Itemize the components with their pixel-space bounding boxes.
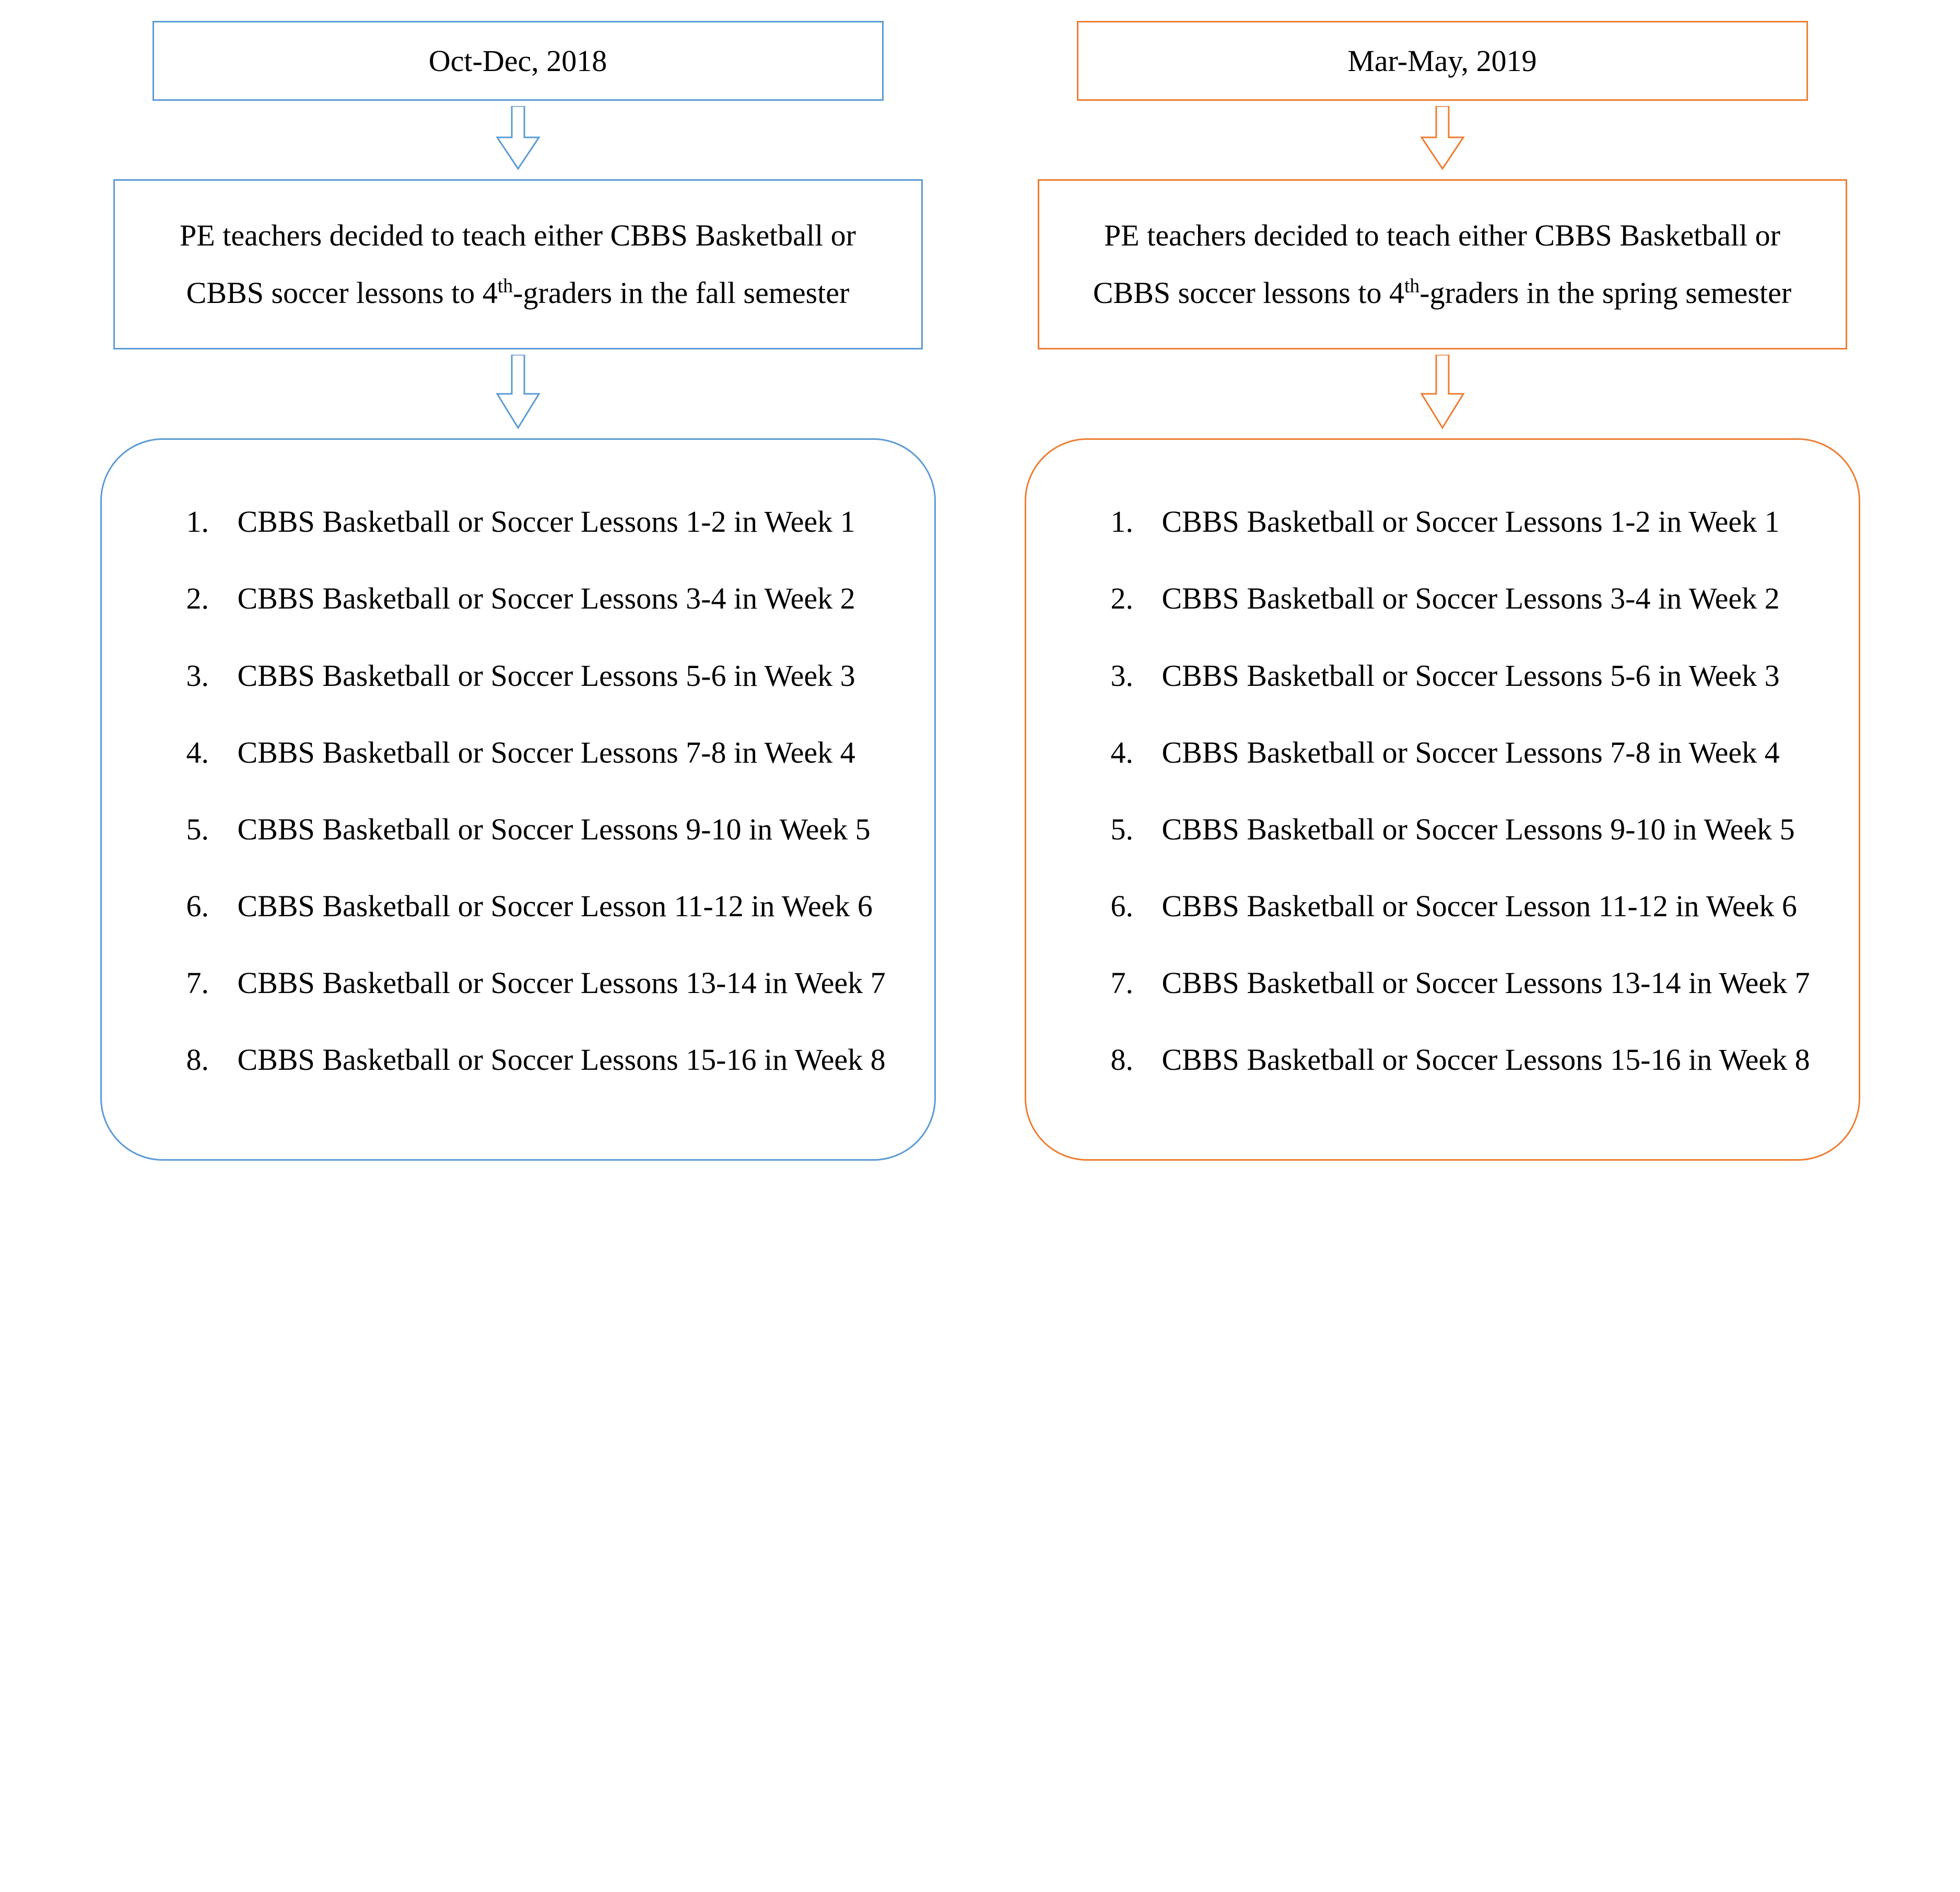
arrow-1-right (1411, 106, 1474, 174)
lessons-box-right: CBBS Basketball or Soccer Lessons 1-2 in… (1025, 438, 1860, 1161)
down-arrow-icon (487, 106, 549, 174)
list-item: CBBS Basketball or Soccer Lessons 5-6 in… (217, 646, 893, 705)
list-item: CBBS Basketball or Soccer Lesson 11-12 i… (217, 877, 893, 936)
list-item: CBBS Basketball or Soccer Lessons 1-2 in… (217, 492, 893, 551)
list-item: CBBS Basketball or Soccer Lessons 3-4 in… (217, 569, 893, 628)
desc-sup-left: th (498, 275, 513, 297)
arrow-2-left (487, 355, 549, 433)
lessons-list-right: CBBS Basketball or Soccer Lessons 1-2 in… (1078, 492, 1817, 1089)
list-item: CBBS Basketball or Soccer Lessons 15-16 … (1141, 1030, 1817, 1089)
date-text-right: Mar-May, 2019 (1347, 44, 1536, 78)
list-item: CBBS Basketball or Soccer Lessons 9-10 i… (217, 800, 893, 859)
list-item: CBBS Basketball or Soccer Lessons 7-8 in… (1141, 723, 1817, 782)
list-item: CBBS Basketball or Soccer Lessons 3-4 in… (1141, 569, 1817, 628)
down-arrow-icon (1411, 355, 1474, 433)
arrow-2-right (1411, 355, 1474, 433)
date-box-right: Mar-May, 2019 (1077, 21, 1808, 101)
diagram-container: Oct-Dec, 2018 PE teachers decided to tea… (21, 21, 1939, 1161)
desc-sup-right: th (1404, 275, 1419, 297)
desc-box-right: PE teachers decided to teach either CBBS… (1038, 179, 1847, 349)
desc-box-left: PE teachers decided to teach either CBBS… (113, 179, 923, 349)
down-arrow-icon (1411, 106, 1474, 174)
list-item: CBBS Basketball or Soccer Lessons 13-14 … (217, 953, 893, 1012)
lessons-list-left: CBBS Basketball or Soccer Lessons 1-2 in… (154, 492, 893, 1089)
desc-text-left-part2: -graders in the fall semester (513, 276, 849, 310)
lessons-box-left: CBBS Basketball or Soccer Lessons 1-2 in… (100, 438, 936, 1161)
list-item: CBBS Basketball or Soccer Lesson 11-12 i… (1141, 877, 1817, 936)
list-item: CBBS Basketball or Soccer Lessons 13-14 … (1141, 953, 1817, 1012)
list-item: CBBS Basketball or Soccer Lessons 7-8 in… (217, 723, 893, 782)
list-item: CBBS Basketball or Soccer Lessons 9-10 i… (1141, 800, 1817, 859)
list-item: CBBS Basketball or Soccer Lessons 1-2 in… (1141, 492, 1817, 551)
left-column: Oct-Dec, 2018 PE teachers decided to tea… (87, 21, 949, 1161)
down-arrow-icon (487, 355, 549, 433)
arrow-1-left (487, 106, 549, 174)
date-box-left: Oct-Dec, 2018 (152, 21, 884, 101)
right-column: Mar-May, 2019 PE teachers decided to tea… (1012, 21, 1873, 1161)
date-text-left: Oct-Dec, 2018 (429, 44, 607, 78)
list-item: CBBS Basketball or Soccer Lessons 5-6 in… (1141, 646, 1817, 705)
desc-text-right-part2: -graders in the spring semester (1419, 276, 1791, 310)
list-item: CBBS Basketball or Soccer Lessons 15-16 … (217, 1030, 893, 1089)
